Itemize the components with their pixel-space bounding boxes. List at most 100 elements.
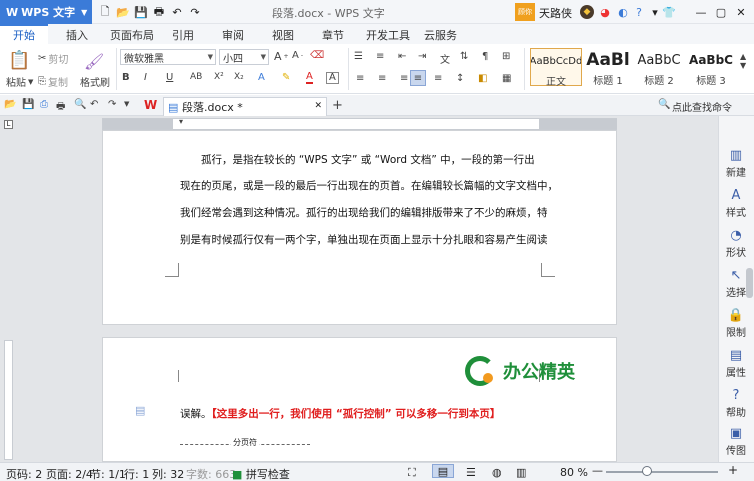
skin-badge[interactable]: 顾你 (515, 3, 535, 21)
subscript-button[interactable]: X₂ (234, 72, 244, 82)
zoom-in-button[interactable]: + (728, 463, 738, 477)
maximize-icon[interactable]: ▢ (714, 5, 728, 19)
export-icon[interactable]: ⎙ (40, 99, 48, 110)
zoom-slider-handle[interactable] (642, 466, 652, 476)
save-icon[interactable]: 💾 (22, 99, 34, 110)
color-icon[interactable]: ◕ (598, 5, 612, 19)
align-right-icon[interactable]: ≡ (400, 73, 408, 84)
close-icon[interactable]: ✕ (734, 5, 748, 19)
chevron-down-icon[interactable]: ▾ (648, 5, 662, 19)
sort-icon[interactable]: ⇅ (460, 51, 468, 62)
tab-view[interactable]: 视图 (272, 27, 294, 43)
paragraph-line[interactable]: 孤行，是指在较长的 “WPS 文字” 或 “Word 文档” 中，一段的第一行出 (201, 153, 571, 167)
underline-button[interactable]: U (166, 72, 173, 83)
char-border-icon[interactable]: A (326, 72, 339, 84)
preview-icon[interactable]: 🔍 (74, 99, 86, 110)
view-full-screen-icon[interactable]: ⛶ (408, 466, 416, 480)
info-icon[interactable]: ◐ (616, 5, 630, 19)
undo-icon[interactable]: ↶ (170, 5, 184, 19)
align-left-icon[interactable]: ≡ (356, 73, 364, 84)
undo-icon[interactable]: ↶ (90, 99, 98, 110)
justify-icon[interactable]: ≡ (410, 70, 426, 86)
avatar[interactable]: ◆ (580, 5, 594, 19)
panel-new[interactable]: ▥ 新建 (718, 148, 754, 179)
paragraph-line[interactable]: 别是有时候孤行仅有一两个字，单独出现在页面上显示十分扎眼和容易产生阅读 (180, 233, 550, 247)
user-name[interactable]: 天路侠 (539, 5, 572, 21)
redo-icon[interactable]: ↷ (188, 5, 202, 19)
cut-button[interactable]: ✂ 剪切 (38, 51, 68, 66)
tab-references[interactable]: 引用 (172, 27, 194, 43)
bold-button[interactable]: B (122, 72, 130, 83)
zoom-out-button[interactable]: — (592, 464, 603, 477)
tab-page-layout[interactable]: 页面布局 (110, 27, 154, 43)
line-spacing-icon[interactable]: ↕ (456, 73, 464, 84)
help-icon[interactable]: ? (632, 5, 646, 19)
clear-format-icon[interactable]: ⌫ (310, 50, 324, 61)
zoom-value[interactable]: 80 % (560, 466, 588, 479)
italic-button[interactable]: I (144, 72, 147, 83)
vertical-scrollbar[interactable] (746, 268, 753, 298)
status-word-count[interactable]: 字数: 663 (186, 466, 236, 481)
tab-stop-selector[interactable]: L (4, 120, 13, 129)
paragraph-icon[interactable]: ▤ (135, 404, 145, 417)
vertical-ruler[interactable] (4, 340, 13, 460)
align-center-icon[interactable]: ≡ (378, 73, 386, 84)
increase-indent-icon[interactable]: ⇥ (418, 51, 426, 62)
tab-developer[interactable]: 开发工具 (366, 27, 410, 43)
paragraph-line[interactable]: 现在的页尾，或是一段的最后一行出现在的页首。在编辑较长篇幅的文字文档中， (180, 179, 558, 193)
skin-icon[interactable]: 👕 (662, 5, 676, 19)
borders-icon[interactable]: ▦ (502, 73, 511, 84)
format-painter-icon[interactable]: 🖌 (84, 52, 104, 71)
numbering-icon[interactable]: ≡ (376, 51, 384, 62)
indent-marker[interactable]: ▾ (179, 117, 183, 126)
format-painter-button[interactable]: 格式刷 (80, 74, 110, 89)
paste-icon[interactable]: 📋 (8, 50, 30, 71)
paragraph-line[interactable]: 我们经常会遇到这种情况。孤行的出现给我们的编辑排版带来了不少的麻烦，特 (180, 206, 550, 220)
new-doc-icon[interactable]: 🗋 (98, 5, 112, 19)
font-name-select[interactable]: 微软雅黑 ▼ (120, 49, 216, 65)
print-icon[interactable]: 🖶 (56, 99, 65, 116)
tab-cloud[interactable]: 云服务 (424, 27, 457, 43)
table-icon[interactable]: ⊞ (502, 51, 510, 62)
tab-home[interactable]: 开始 (0, 24, 48, 44)
tab-chapter[interactable]: 章节 (322, 27, 344, 43)
panel-style[interactable]: A 样式 (718, 188, 754, 219)
view-web-icon[interactable]: ◍ (492, 466, 502, 479)
panel-upload-image[interactable]: ▣ 传图 (718, 426, 754, 457)
font-size-select[interactable]: 小四 ▼ (219, 49, 269, 65)
panel-properties[interactable]: ▤ 属性 (718, 348, 754, 379)
view-page-icon[interactable]: ▤ (432, 464, 454, 478)
paragraph-line[interactable]: 误解。【这里多出一行，我们使用 “孤行控制” 可以多移一行到本页】 (180, 407, 550, 421)
bullets-icon[interactable]: ☰ (354, 51, 363, 62)
paste-button[interactable]: 粘贴 ▼ (6, 74, 33, 90)
minimize-icon[interactable]: — (694, 5, 708, 19)
decrease-indent-icon[interactable]: ⇤ (398, 51, 406, 62)
tab-insert[interactable]: 插入 (66, 27, 88, 43)
chevron-down-icon[interactable]: ▼ (124, 100, 129, 108)
superscript-button[interactable]: X² (214, 72, 224, 82)
shrink-font-button[interactable]: A- (292, 50, 303, 61)
show-marks-icon[interactable]: ¶ (482, 51, 488, 62)
styles-scroll[interactable]: ▲ ▼ (740, 52, 746, 70)
open-icon[interactable]: 📂 (4, 99, 16, 110)
copy-button[interactable]: ⎘ 复制 (38, 74, 68, 89)
panel-help[interactable]: ? 帮助 (718, 388, 754, 419)
grow-font-button[interactable]: A + (274, 50, 289, 63)
view-outline-icon[interactable]: ☰ (466, 466, 476, 479)
app-menu-button[interactable]: W WPS 文字 ▼ (0, 0, 92, 24)
highlight-icon[interactable]: ✎ (282, 72, 290, 83)
font-color-icon[interactable]: A (306, 72, 313, 84)
strikethrough-button[interactable]: AB (190, 72, 202, 82)
redo-icon[interactable]: ↷ (108, 99, 116, 110)
open-folder-icon[interactable]: 📂 (116, 5, 130, 19)
spell-check-toggle[interactable]: ■ 拼写检查 (232, 466, 290, 481)
chinese-layout-icon[interactable]: 文 (440, 51, 450, 66)
style-heading-2[interactable]: AaBbC 标题 2 (634, 48, 684, 88)
new-tab-icon[interactable]: + (332, 98, 343, 113)
print-icon[interactable]: 🖶 (152, 5, 166, 19)
save-icon[interactable]: 💾 (134, 5, 148, 19)
distribute-icon[interactable]: ≡ (434, 73, 442, 84)
close-icon[interactable]: ✕ (314, 101, 322, 111)
text-effect-icon[interactable]: A (258, 72, 265, 83)
style-heading-3[interactable]: AaBbC 标题 3 (686, 48, 736, 87)
